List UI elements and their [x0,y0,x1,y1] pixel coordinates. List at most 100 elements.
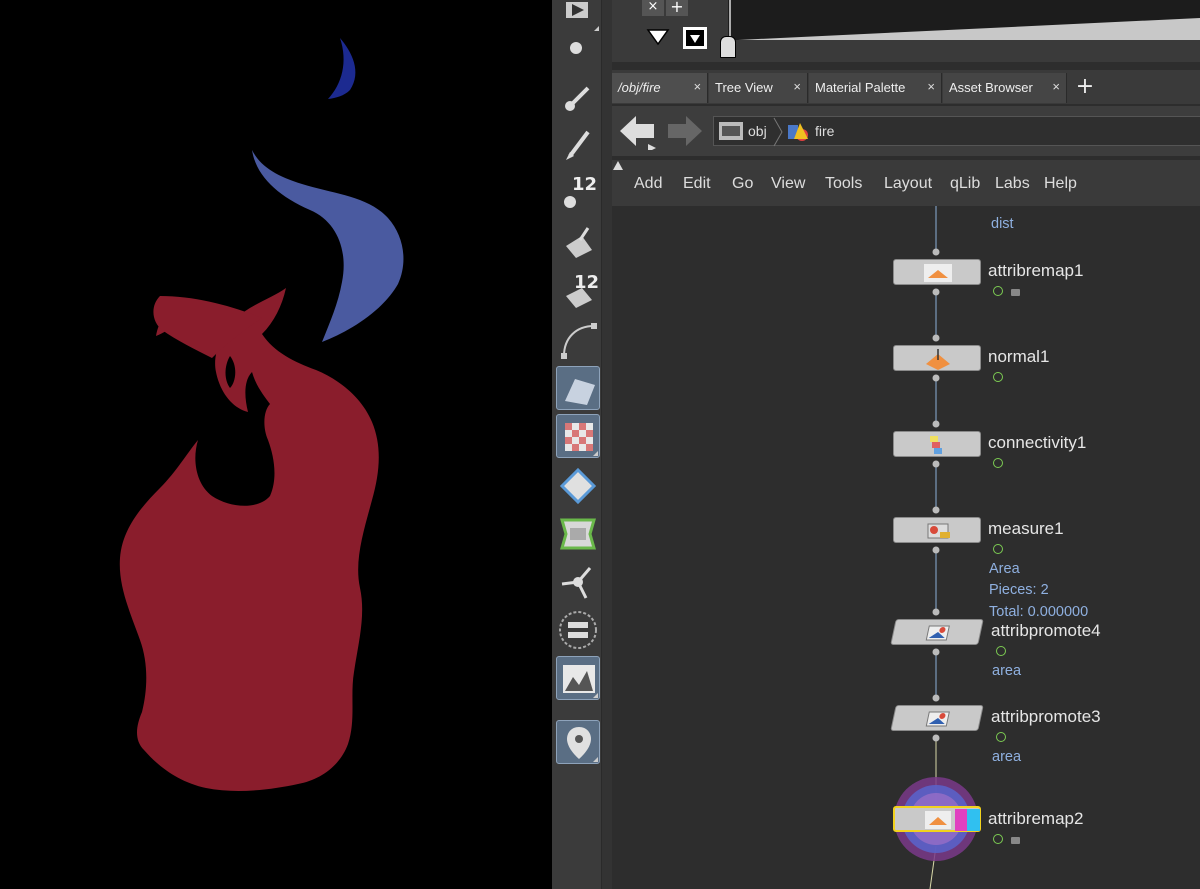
node-wires [894,206,978,889]
node-measure1[interactable] [893,517,981,543]
brush-icon[interactable] [556,76,600,120]
close-icon[interactable]: × [642,0,664,16]
count-badge: 12 [572,174,598,195]
breadcrumb-root[interactable]: obj [748,123,767,139]
menu-view[interactable]: View [771,175,805,193]
obj-network-icon [719,122,743,140]
timeline-handle[interactable] [720,36,736,58]
timeline[interactable] [728,0,1200,40]
count2-icon[interactable]: 12 [556,268,600,312]
collapse-triangle-icon[interactable] [612,160,624,206]
node-info: Area [989,561,1020,577]
red-shape [119,288,379,791]
node-info: Pieces: 2 [989,582,1049,598]
triangle-down-icon[interactable] [646,28,670,48]
normal-icon [926,349,950,370]
bypass-flag-icon[interactable] [993,834,1003,844]
lock-icon[interactable] [1011,289,1020,296]
tab-material-palette[interactable]: Material Palette × [809,73,942,103]
network-editor[interactable]: dist attribremap1 normal1 connectivity1 … [612,206,1200,889]
node-label: normal1 [988,347,1050,366]
menu-edit[interactable]: Edit [683,175,711,193]
viewport[interactable] [0,0,552,889]
dark-blue-shape [328,38,356,99]
menu-labs[interactable]: Labs [995,175,1030,193]
close-icon[interactable]: × [927,79,935,94]
breadcrumb-current[interactable]: fire [815,123,834,139]
add-tab-button[interactable]: + [1072,74,1098,100]
diamond-icon[interactable] [556,464,600,508]
eraser-icon[interactable] [556,220,600,264]
forward-arrow-icon[interactable] [666,112,706,150]
attribremap-icon [924,264,952,282]
count-icon[interactable]: 12 [556,170,600,214]
node-attribremap1[interactable] [893,259,981,285]
bypass-flag-icon[interactable] [993,458,1003,468]
bypass-flag-icon[interactable] [993,286,1003,296]
close-icon[interactable]: × [793,79,801,94]
path-bar: obj fire [612,106,1200,156]
node-label: measure1 [988,519,1064,538]
paint-icon[interactable] [556,122,600,166]
attribpromote-icon [925,711,950,727]
connectivity-icon [930,436,942,454]
terrain-icon[interactable] [556,656,600,700]
tab-asset-browser[interactable]: Asset Browser × [943,73,1067,103]
lock-icon[interactable] [1011,837,1020,844]
panel-divider[interactable] [602,0,612,889]
uv-checker-icon[interactable] [556,414,600,458]
node-attribpromote3[interactable] [890,705,984,731]
node-connectivity1[interactable] [893,431,981,457]
playbar: × + [612,0,1200,62]
pin-tool-icon[interactable] [556,560,600,604]
menu-help[interactable]: Help [1044,175,1077,193]
menu-layout[interactable]: Layout [884,175,932,193]
node-label: attribpromote3 [991,707,1101,726]
count2-badge: 12 [574,272,600,293]
menu-tools[interactable]: Tools [825,175,862,193]
add-icon[interactable]: + [666,0,688,16]
menu-go[interactable]: Go [732,175,753,193]
circle-bar-icon[interactable] [556,608,600,652]
path-field[interactable]: obj fire [713,116,1200,147]
back-arrow-icon[interactable] [618,112,658,150]
attribremap-icon [925,809,980,831]
close-icon[interactable]: × [693,79,701,94]
tab-label: /obj/fire [618,80,661,95]
menu-bar: Add Edit Go View Tools Layout qLib Labs … [612,160,1200,206]
plane-icon[interactable] [556,366,600,410]
tab-obj-fire[interactable]: /obj/fire × [612,73,708,103]
node-label: connectivity1 [988,433,1087,452]
bypass-flag-icon[interactable] [996,646,1006,656]
network-pane: × + /obj/fire × Tree View × Material Pal… [612,0,1200,889]
node-info: area [992,663,1022,679]
node-info: dist [991,216,1014,232]
frame-icon[interactable] [556,512,600,556]
bypass-flag-icon[interactable] [993,372,1003,382]
attribpromote-icon [925,625,950,641]
node-label: attribremap2 [988,809,1084,828]
bypass-flag-icon[interactable] [993,544,1003,554]
bypass-flag-icon[interactable] [996,732,1006,742]
menu-add[interactable]: Add [634,175,662,193]
node-attribpromote4[interactable] [890,619,984,645]
node-info: area [992,749,1022,765]
measure-icon [927,523,950,539]
shelf-toolbar: 12 12 [552,0,602,889]
breadcrumb-separator [773,117,783,147]
tab-label: Asset Browser [949,80,1033,95]
download-icon[interactable] [682,26,708,50]
node-attribremap2[interactable] [893,806,981,832]
menu-qlib[interactable]: qLib [950,175,980,193]
node-normal1[interactable] [893,345,981,371]
tab-tree-view[interactable]: Tree View × [709,73,808,103]
close-icon[interactable]: × [1052,79,1060,94]
curve-icon[interactable] [556,318,600,362]
node-label: attribpromote4 [991,621,1101,640]
pane-tabs: /obj/fire × Tree View × Material Palette… [612,70,1200,104]
tab-label: Tree View [715,80,773,95]
point-icon[interactable] [556,26,600,70]
node-info: Total: 0.000000 [989,604,1089,620]
geometry-object-icon [788,123,808,141]
location-pin-icon[interactable] [556,720,600,764]
